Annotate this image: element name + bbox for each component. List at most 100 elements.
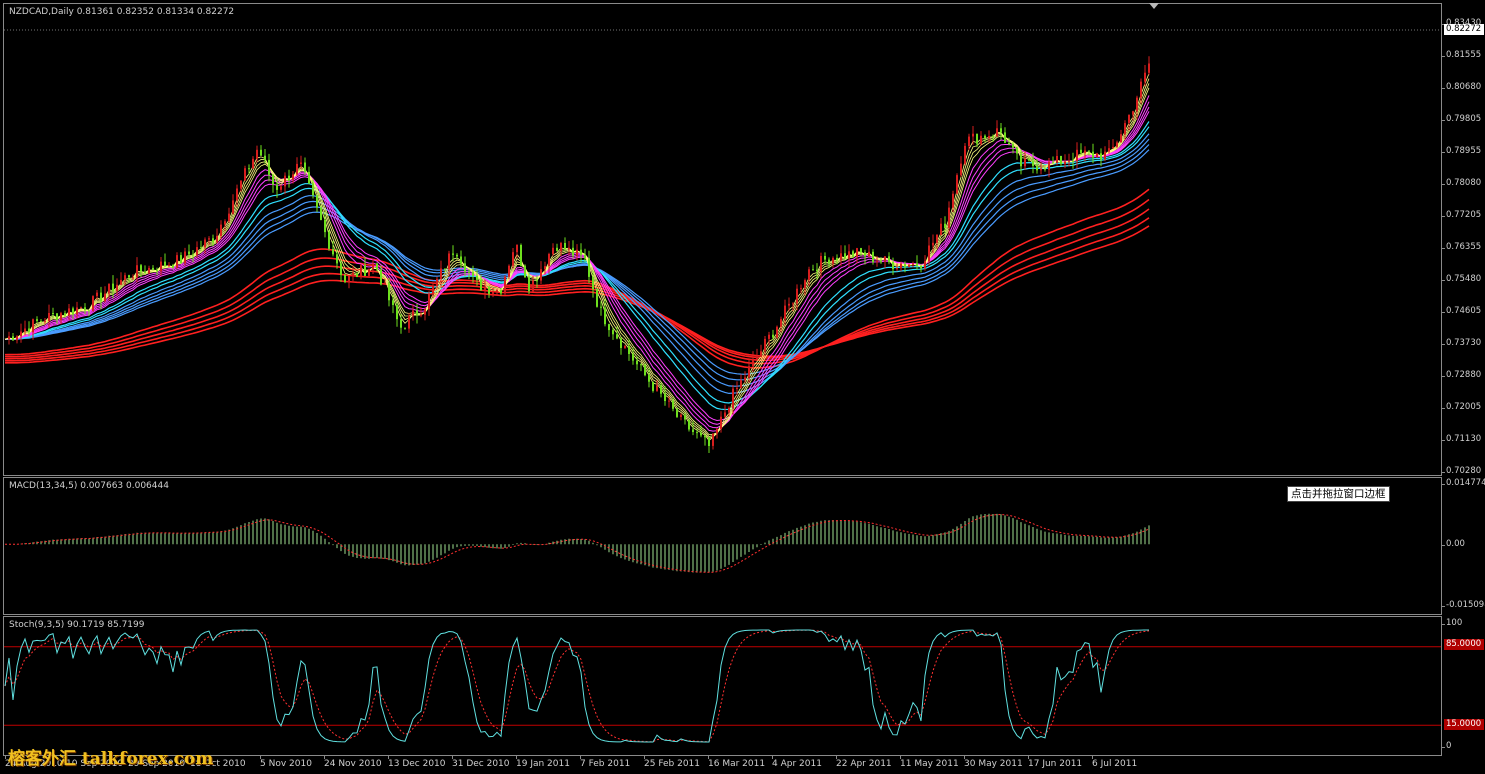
candle-body xyxy=(308,171,310,184)
candle-body xyxy=(680,414,682,417)
candle-body xyxy=(800,288,802,290)
candle-body xyxy=(1096,153,1098,158)
candle-body xyxy=(296,163,298,175)
candle-body xyxy=(212,238,214,243)
candle-body xyxy=(788,303,790,306)
candle-body xyxy=(1056,156,1058,163)
candle-body xyxy=(60,313,62,321)
candle-body xyxy=(1108,148,1110,152)
candle-body xyxy=(252,158,254,169)
candle-body xyxy=(152,267,154,270)
stoch-tick-label: 0 xyxy=(1441,741,1452,751)
candle-body xyxy=(372,263,374,269)
candle-body xyxy=(8,336,10,340)
candle-body xyxy=(964,145,966,164)
candle-body xyxy=(920,265,922,269)
candle-body xyxy=(764,338,766,352)
price-tick-label: 0.72880 xyxy=(1441,370,1482,380)
candle-body xyxy=(884,256,886,262)
candle-body xyxy=(420,314,422,316)
candle-body xyxy=(292,174,294,181)
candle-body xyxy=(728,407,730,413)
candle-body xyxy=(528,277,530,292)
candle-body xyxy=(784,305,786,320)
candle-body xyxy=(504,276,506,294)
candle-body xyxy=(500,290,502,294)
candle-body xyxy=(768,334,770,339)
date-tick-label: 7 Feb 2011 xyxy=(580,756,631,769)
candle-body xyxy=(832,257,834,264)
candle-body xyxy=(156,269,158,272)
candle-body xyxy=(700,432,702,436)
candle-body xyxy=(1120,134,1122,143)
price-tick-label: 0.78080 xyxy=(1441,178,1482,188)
candle-body xyxy=(888,256,890,263)
candle-body xyxy=(996,128,998,137)
candle-body xyxy=(876,261,878,263)
candle-body xyxy=(780,319,782,327)
price-tick-label: 0.73730 xyxy=(1441,338,1482,348)
candle-body xyxy=(388,282,390,301)
candle-body xyxy=(444,268,446,270)
candle-body xyxy=(1116,142,1118,147)
price-tick-label: 0.71130 xyxy=(1441,434,1482,444)
candle-body xyxy=(404,327,406,329)
candle-body xyxy=(512,252,514,266)
candle-body xyxy=(848,251,850,259)
candle-body xyxy=(520,245,522,266)
candle-body xyxy=(912,263,914,265)
candle-body xyxy=(204,239,206,248)
candle-body xyxy=(332,248,334,255)
candle-body xyxy=(436,279,438,287)
candle-body xyxy=(40,321,42,322)
candle-body xyxy=(428,293,430,310)
candle-body xyxy=(956,175,958,194)
candle-body xyxy=(48,313,50,321)
candle-body xyxy=(476,275,478,280)
candle-body xyxy=(380,269,382,285)
candle-body xyxy=(544,266,546,270)
candle-body xyxy=(276,184,278,190)
candle-body xyxy=(616,334,618,339)
price-tick-label: 0.79805 xyxy=(1441,114,1482,124)
candle-body xyxy=(1004,132,1006,143)
candle-body xyxy=(548,254,550,267)
candle-body xyxy=(44,320,46,322)
candle-body xyxy=(460,256,462,264)
candle-body xyxy=(136,265,138,278)
candle-body xyxy=(928,245,930,262)
candle-body xyxy=(760,351,762,357)
candle-body xyxy=(664,393,666,401)
price-tick-label: 0.70280 xyxy=(1441,466,1482,476)
watermark-logo: 榕客外汇 talkforex.com xyxy=(8,749,214,769)
date-tick-label: 31 Dec 2010 xyxy=(452,756,510,769)
candle-body xyxy=(1076,149,1078,162)
candle-body xyxy=(1016,147,1018,154)
candle-body xyxy=(508,265,510,277)
candle-body xyxy=(900,263,902,269)
candle-body xyxy=(104,293,106,302)
candle-body xyxy=(216,235,218,243)
candle-body xyxy=(816,269,818,272)
candle-body xyxy=(124,275,126,280)
candle-body xyxy=(108,283,110,294)
candle-body xyxy=(1036,165,1038,171)
candle-body xyxy=(144,271,146,274)
candle-body xyxy=(1052,161,1054,163)
candle-body xyxy=(220,224,222,236)
candle-body xyxy=(36,319,38,321)
candle-body xyxy=(140,265,142,272)
slow-ma-line xyxy=(4,188,1150,369)
date-tick-label: 17 Jun 2011 xyxy=(1028,756,1083,769)
candle-body xyxy=(16,336,18,341)
candle-body xyxy=(72,308,74,315)
date-tick-label: 22 Apr 2011 xyxy=(836,756,892,769)
candle-body xyxy=(260,149,262,156)
candle-body xyxy=(280,186,282,190)
candle-body xyxy=(364,265,366,276)
candle-body xyxy=(84,307,86,311)
candle-body xyxy=(368,268,370,276)
candle-body xyxy=(584,254,586,259)
chart-shift-marker-icon[interactable] xyxy=(1149,3,1159,9)
candle-body xyxy=(56,313,58,321)
